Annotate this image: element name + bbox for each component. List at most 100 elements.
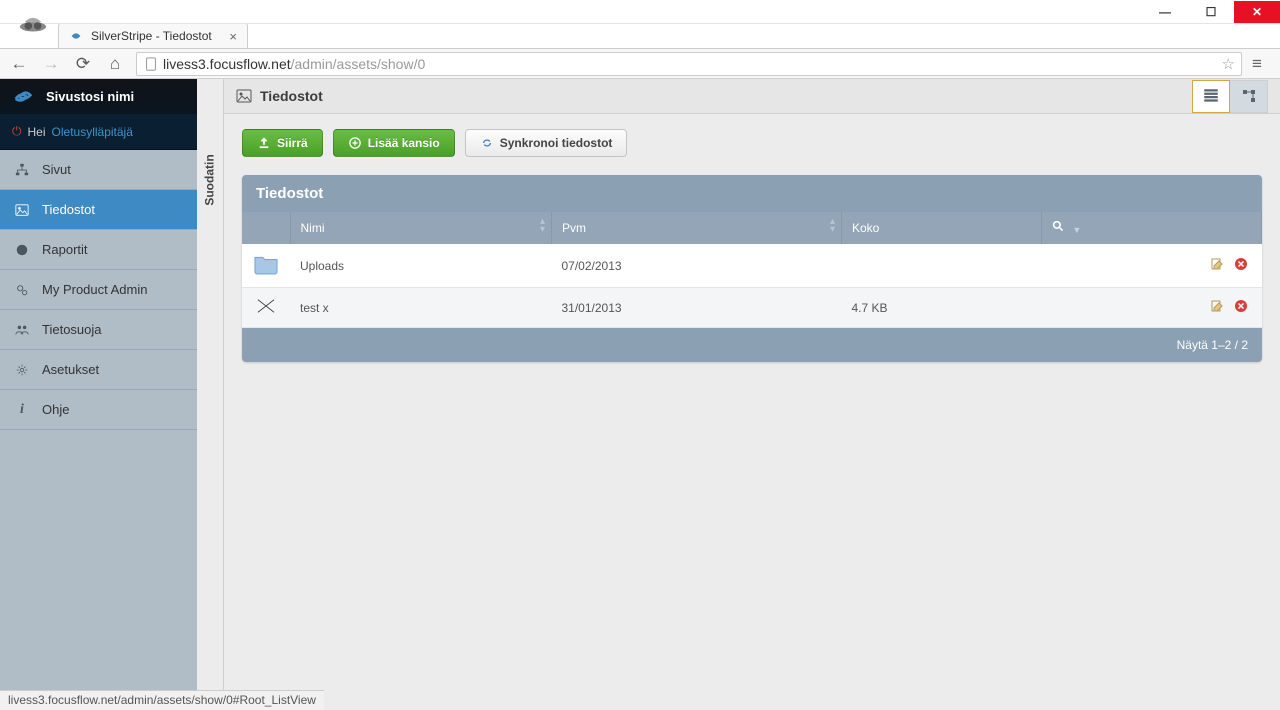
bookmark-star-icon[interactable]: ☆ [1222,55,1235,73]
row-date: 31/01/2013 [552,288,842,328]
search-icon[interactable] [1052,220,1065,233]
browser-reload-button[interactable]: ⟳ [72,53,94,75]
grid-col-date[interactable]: Pvm▴▾ [552,212,842,244]
sidebar-nav: Sivut Tiedostot Raportit My Product Admi… [0,150,197,710]
sidebar-item-label: My Product Admin [42,282,148,297]
url-text: livess3.focusflow.net/admin/assets/show/… [163,56,425,72]
window-minimize-button[interactable]: — [1142,1,1188,23]
page-title: Tiedostot [260,88,323,104]
url-bar[interactable]: livess3.focusflow.net/admin/assets/show/… [136,52,1242,76]
sidebar-item-productadmin[interactable]: My Product Admin [0,270,197,310]
window-close-button[interactable]: ✕ [1234,1,1280,23]
sidebar-item-security[interactable]: Tietosuoja [0,310,197,350]
browser-toolbar: ← → ⟳ ⌂ livess3.focusflow.net/admin/asse… [0,49,1280,79]
greeting-user-link[interactable]: Oletusylläpitäjä [52,125,133,139]
row-type-icon [242,244,290,288]
info-icon: i [14,402,30,418]
image-icon [14,202,30,218]
grid-col-name[interactable]: Nimi▴▾ [290,212,552,244]
browser-status-bar: livess3.focusflow.net/admin/assets/show/… [0,690,324,710]
row-size [842,244,1042,288]
filter-panel-collapsed[interactable]: Suodatin [197,79,224,710]
app-container: Sivustosi nimi ⏻ Hei Oletusylläpitäjä Si… [0,79,1280,710]
filter-label: Suodatin [203,154,217,205]
browser-forward-button[interactable]: → [40,53,62,75]
window-maximize-button[interactable]: ☐ [1188,1,1234,23]
sync-button[interactable]: Synkronoi tiedostot [465,129,628,157]
row-name: test x [290,288,552,328]
browser-back-button[interactable]: ← [8,53,30,75]
edit-icon[interactable] [1210,299,1224,316]
row-name: Uploads [290,244,552,288]
sidebar-item-label: Asetukset [42,362,99,377]
files-grid: Tiedostot Nimi▴▾ Pvm▴▾ Koko ▼ [242,175,1262,362]
globe-icon [14,242,30,258]
image-icon [236,88,252,104]
gear-icon [14,362,30,378]
view-toggle [1192,80,1268,113]
sidebar-item-help[interactable]: i Ohje [0,390,197,430]
view-tree-button[interactable] [1230,80,1268,113]
greeting-bar: ⏻ Hei Oletusylläpitäjä [0,114,197,150]
gears-icon [14,282,30,298]
button-label: Siirrä [277,136,308,150]
sidebar-header: Sivustosi nimi [0,79,197,114]
sync-icon [480,136,494,150]
power-icon[interactable]: ⏻ [12,124,22,139]
sidebar-item-files[interactable]: Tiedostot [0,190,197,230]
tab-title: SilverStripe - Tiedostot [91,29,221,43]
greeting-prefix: Hei [28,125,46,139]
tab-favicon-icon [69,29,83,43]
grid-pagination: Näytä 1–2 / 2 [242,328,1262,362]
upload-icon [257,136,271,150]
sidebar: Sivustosi nimi ⏻ Hei Oletusylläpitäjä Si… [0,79,197,710]
tab-close-icon[interactable]: × [229,29,237,44]
browser-tab-row: SilverStripe - Tiedostot × [0,24,1280,49]
table-row[interactable]: Uploads 07/02/2013 [242,244,1262,288]
dropdown-icon[interactable]: ▼ [1072,225,1081,235]
delete-icon[interactable] [1234,257,1248,274]
grid-col-size[interactable]: Koko [842,212,1042,244]
sort-icon: ▴▾ [540,218,545,234]
site-name: Sivustosi nimi [46,89,134,104]
button-label: Lisää kansio [368,136,440,150]
sidebar-item-pages[interactable]: Sivut [0,150,197,190]
upload-button[interactable]: Siirrä [242,129,323,157]
grid-header-row: Nimi▴▾ Pvm▴▾ Koko ▼ [242,212,1262,244]
plus-circle-icon [348,136,362,150]
edit-icon[interactable] [1210,257,1224,274]
browser-tab[interactable]: SilverStripe - Tiedostot × [58,23,248,48]
sidebar-item-label: Ohje [42,402,69,417]
toolbar: Siirrä Lisää kansio Synkronoi tiedostot [242,129,1262,157]
sidebar-item-settings[interactable]: Asetukset [0,350,197,390]
sidebar-item-label: Tiedostot [42,202,95,217]
file-icon [254,297,278,315]
sort-icon: ▴▾ [830,218,835,234]
page-icon [143,56,159,72]
row-date: 07/02/2013 [552,244,842,288]
sitemap-icon [14,162,30,178]
view-list-button[interactable] [1192,80,1230,113]
grid-col-icon [242,212,290,244]
sidebar-item-label: Raportit [42,242,88,257]
incognito-icon [18,8,48,38]
sidebar-item-reports[interactable]: Raportit [0,230,197,270]
grid-col-actions: ▼ [1042,212,1262,244]
main-panel: Tiedostot Siirrä Lisää kansio [224,79,1280,710]
row-size: 4.7 KB [842,288,1042,328]
sidebar-item-label: Tietosuoja [42,322,102,337]
content-area: Siirrä Lisää kansio Synkronoi tiedostot … [224,114,1280,377]
table-row[interactable]: test x 31/01/2013 4.7 KB [242,288,1262,328]
row-type-icon [242,288,290,328]
os-titlebar: — ☐ ✕ [0,0,1280,24]
button-label: Synkronoi tiedostot [500,136,613,150]
people-icon [14,322,30,338]
sidebar-item-label: Sivut [42,162,71,177]
folder-icon [252,253,280,275]
delete-icon[interactable] [1234,299,1248,316]
browser-home-button[interactable]: ⌂ [104,53,126,75]
add-folder-button[interactable]: Lisää kansio [333,129,455,157]
main-header: Tiedostot [224,79,1280,114]
grid-title: Tiedostot [242,175,1262,212]
browser-menu-button[interactable]: ≡ [1252,54,1272,74]
